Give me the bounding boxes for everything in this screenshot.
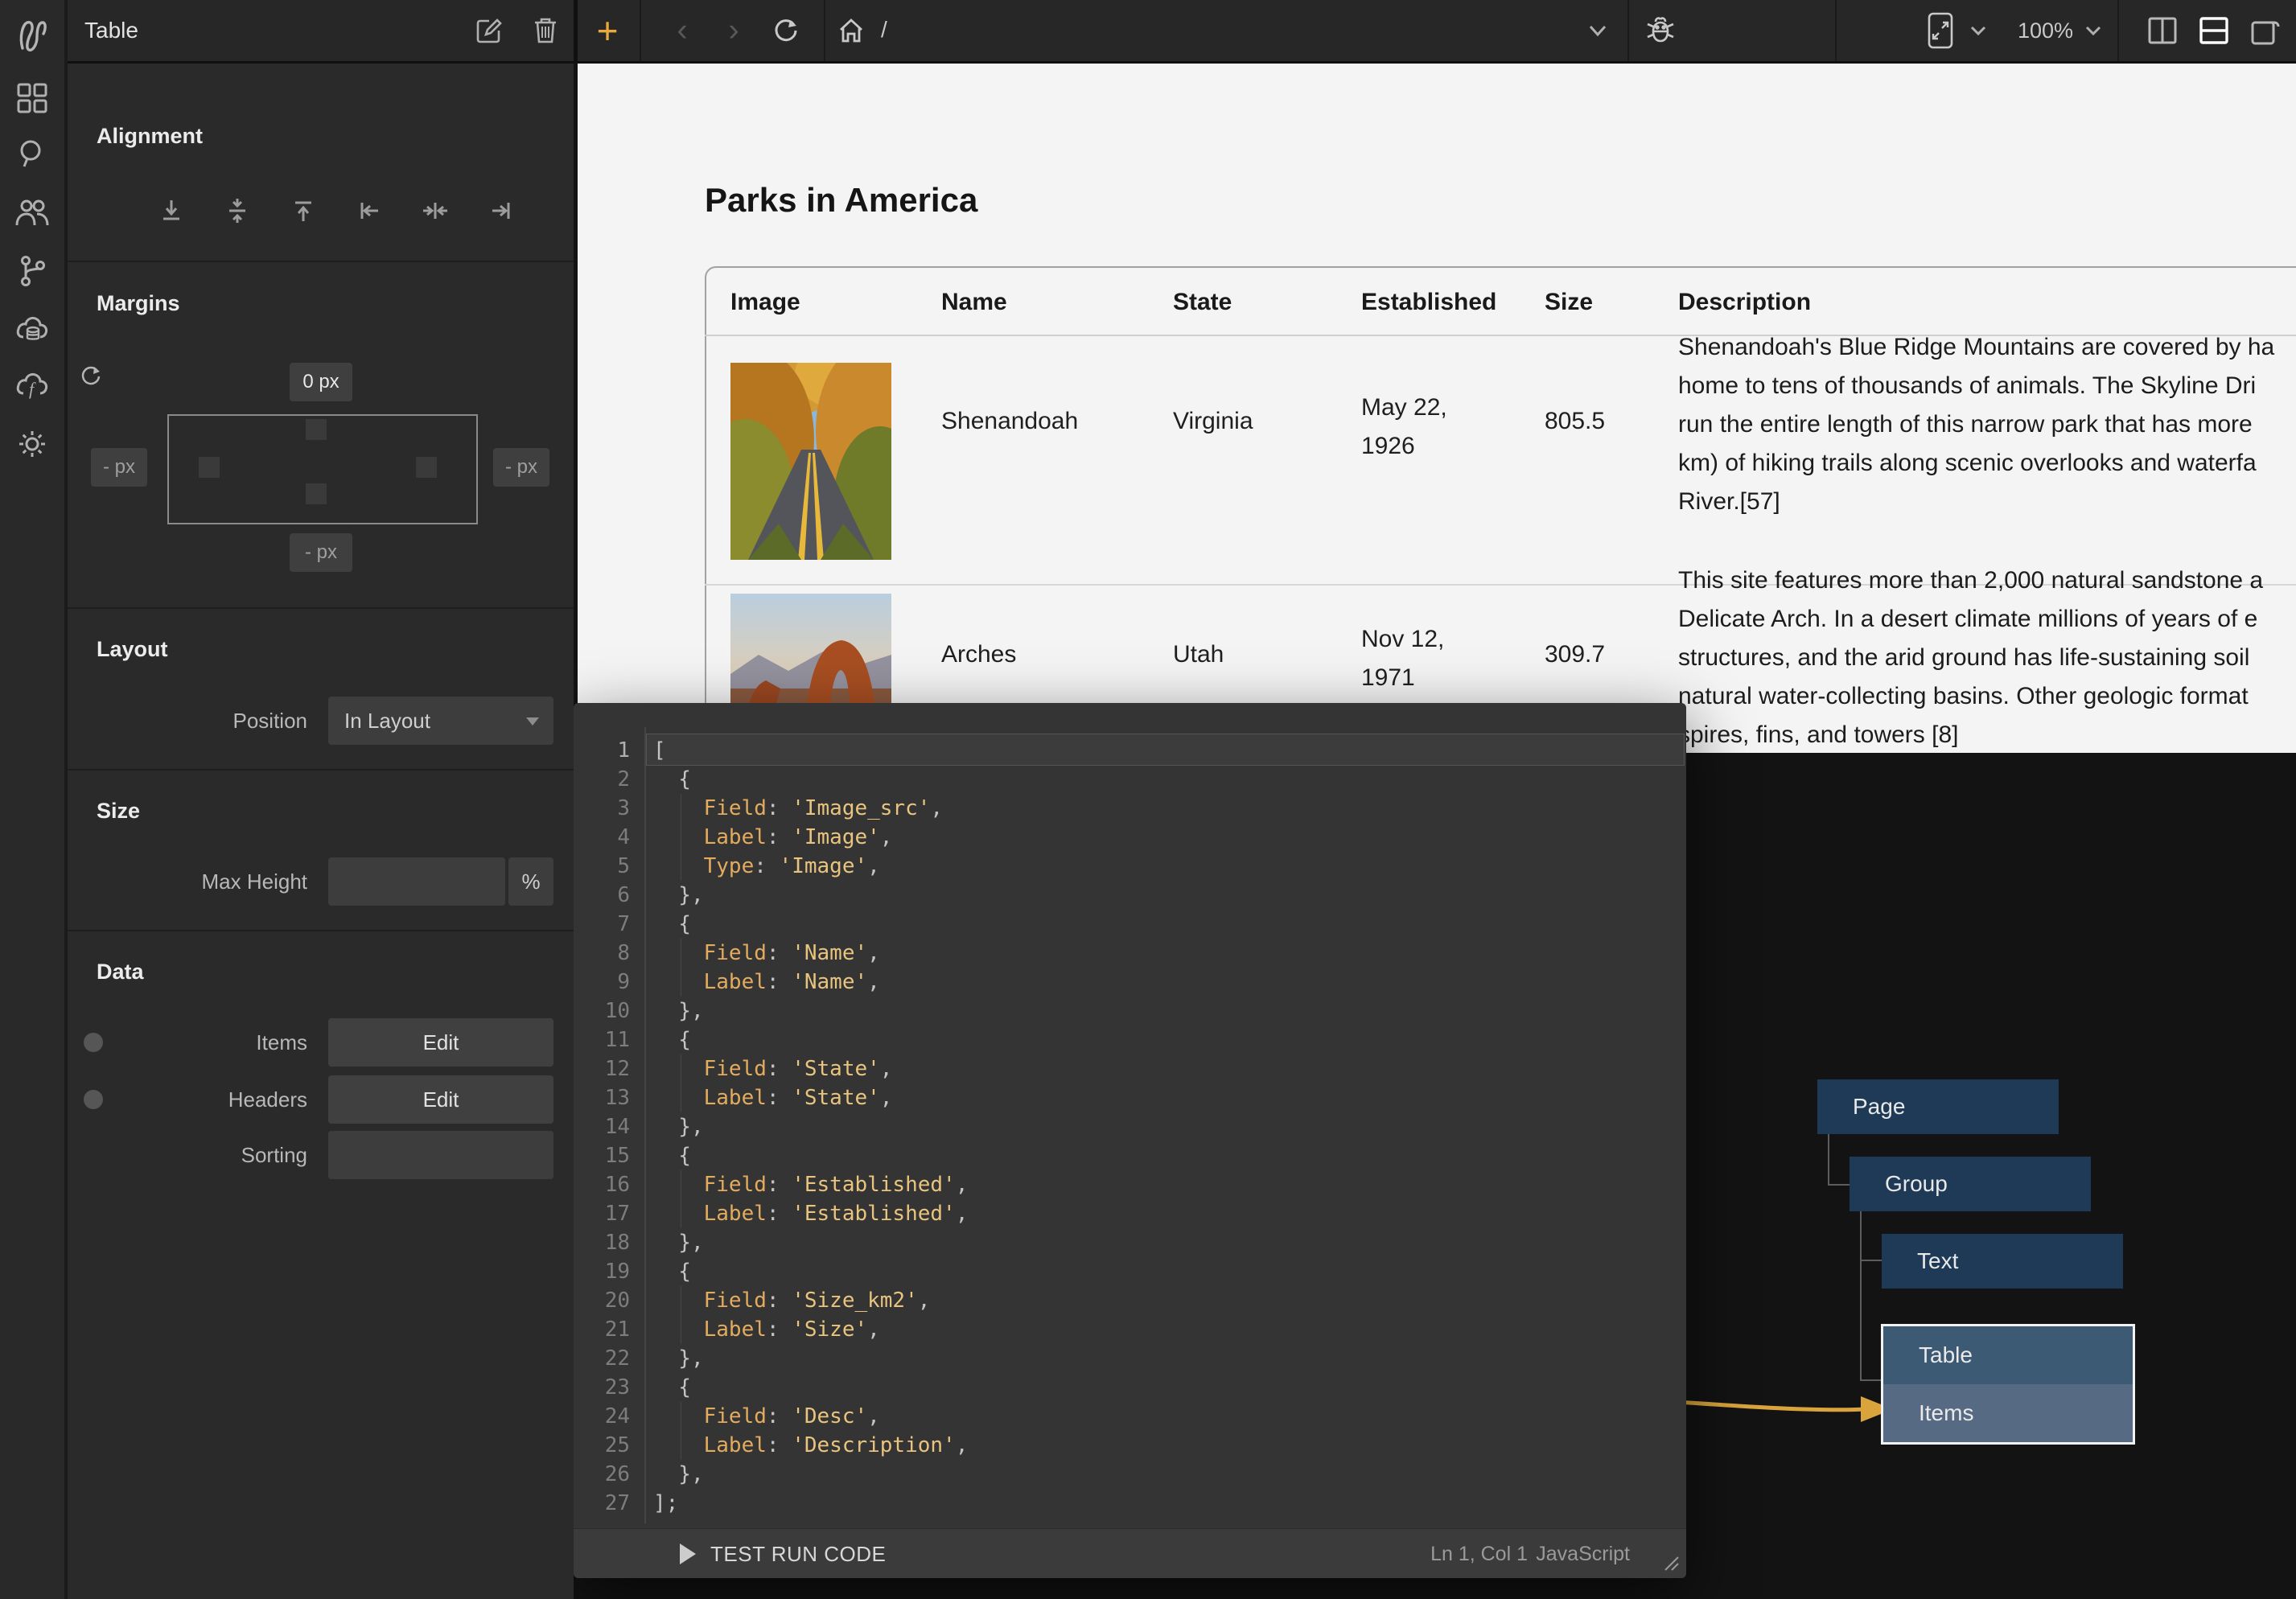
test-run-code-button[interactable]: TEST RUN CODE <box>710 1529 886 1579</box>
section-divider <box>68 261 574 262</box>
headers-label: Headers <box>97 1087 307 1112</box>
search-icon[interactable] <box>17 138 47 169</box>
items-label: Items <box>97 1030 307 1055</box>
align-top-icon[interactable] <box>290 197 317 224</box>
collaboration-icon[interactable] <box>15 198 49 227</box>
position-value: In Layout <box>344 697 430 745</box>
max-height-input[interactable] <box>328 857 505 906</box>
svg-text:f: f <box>29 379 36 399</box>
back-chevron-icon[interactable]: ‹ <box>677 13 687 49</box>
edit-icon[interactable] <box>476 18 502 43</box>
cloud-data-icon[interactable] <box>15 314 49 343</box>
zoom-level-dropdown[interactable]: 100% <box>2018 0 2073 61</box>
trash-icon[interactable] <box>533 17 558 44</box>
line-number-gutter: 1234567891011121314151617181920212223242… <box>574 736 630 1518</box>
sorting-input[interactable] <box>328 1131 553 1179</box>
margin-left-field[interactable]: - px <box>91 448 147 487</box>
home-icon[interactable] <box>837 17 865 44</box>
property-inspector: Alignment Margins 0 px - px - px - px La… <box>68 61 574 1599</box>
settings-gear-icon[interactable] <box>16 428 48 460</box>
chevron-down-icon[interactable] <box>1588 24 1607 37</box>
chevron-down-icon <box>525 716 541 727</box>
section-divider <box>68 930 574 931</box>
align-right-icon[interactable] <box>488 197 515 224</box>
code-editor-content[interactable]: [ { Field: 'Image_src', Label: 'Image', … <box>653 736 968 1518</box>
chevron-down-icon[interactable] <box>2084 25 2102 36</box>
max-height-unit-button[interactable]: % <box>508 857 553 906</box>
gutter-separator <box>644 727 646 1523</box>
max-height-label: Max Height <box>97 869 307 894</box>
add-node-button[interactable]: + <box>597 9 619 52</box>
tree-connector <box>1828 1184 1850 1186</box>
tree-connector <box>1860 1211 1862 1381</box>
components-grid-icon[interactable] <box>17 83 47 113</box>
stacked-windows-icon[interactable] <box>2250 16 2281 45</box>
main-navigation-rail: f <box>0 0 68 1599</box>
language-label: JavaScript <box>1536 1529 1630 1579</box>
position-label: Position <box>97 709 307 734</box>
margin-handle-top[interactable] <box>306 419 327 440</box>
size-section-label: Size <box>97 799 140 824</box>
sorting-label: Sorting <box>97 1143 307 1168</box>
node-table-items-port[interactable]: Items <box>1883 1384 2133 1442</box>
margin-top-field[interactable]: 0 px <box>290 363 352 401</box>
data-section-label: Data <box>97 960 144 984</box>
items-edit-button[interactable]: Edit <box>328 1018 553 1067</box>
margin-handle-right[interactable] <box>416 457 437 478</box>
margin-bottom-field[interactable]: - px <box>290 533 352 572</box>
node-text[interactable]: Text <box>1882 1234 2123 1289</box>
tree-connector <box>1828 1134 1829 1186</box>
node-group[interactable]: Group <box>1850 1157 2091 1211</box>
cursor-position: Ln 1, Col 1 <box>1430 1529 1528 1579</box>
margins-section-label: Margins <box>97 291 180 316</box>
alignment-section-label: Alignment <box>97 124 203 149</box>
reset-icon[interactable] <box>79 364 103 388</box>
version-control-icon[interactable] <box>18 255 47 287</box>
viewport-size-icon[interactable] <box>1927 11 1954 50</box>
section-divider <box>68 769 574 771</box>
align-center-horizontal-icon[interactable] <box>422 197 449 224</box>
forward-chevron-icon[interactable]: › <box>728 13 739 49</box>
chevron-down-icon[interactable] <box>1969 25 1987 36</box>
split-rows-icon[interactable] <box>2199 17 2228 44</box>
bug-icon[interactable] <box>1645 15 1676 46</box>
position-dropdown[interactable]: In Layout <box>328 697 553 745</box>
noodl-logo[interactable] <box>16 18 48 53</box>
canvas-viewport[interactable]: Parks in America ShenandoahVirginia805.5… <box>574 61 2296 1599</box>
node-table-label[interactable]: Table <box>1883 1326 2133 1384</box>
selected-node-title: Table <box>84 0 138 61</box>
play-icon <box>680 1544 696 1564</box>
section-divider <box>68 607 574 609</box>
margin-right-field[interactable]: - px <box>493 448 549 487</box>
margin-handle-left[interactable] <box>199 457 220 478</box>
refresh-icon[interactable] <box>772 17 800 44</box>
noodl-editor-window: Parks in America ShenandoahVirginia805.5… <box>0 0 2296 1599</box>
resize-grip[interactable] <box>1662 1554 1680 1572</box>
cloud-functions-icon[interactable]: f <box>15 371 49 400</box>
align-bottom-icon[interactable] <box>158 197 185 224</box>
split-columns-icon[interactable] <box>2148 17 2177 44</box>
tree-connector <box>1860 1379 1881 1381</box>
node-table-selected[interactable]: Table Items <box>1881 1324 2135 1445</box>
tree-connector <box>1860 1260 1882 1261</box>
align-left-icon[interactable] <box>356 197 383 224</box>
code-editor-popover: 1234567891011121314151617181920212223242… <box>574 703 1686 1578</box>
margin-handle-bottom[interactable] <box>306 483 327 504</box>
code-editor-statusbar: TEST RUN CODE Ln 1, Col 1 JavaScript <box>574 1528 1686 1578</box>
top-toolbar: Table + ‹ › / 100% <box>0 0 2296 64</box>
navigation-path[interactable]: / <box>881 0 887 61</box>
node-page[interactable]: Page <box>1817 1079 2059 1134</box>
headers-edit-button[interactable]: Edit <box>328 1075 553 1124</box>
layout-section-label: Layout <box>97 637 168 662</box>
align-center-vertical-icon[interactable] <box>224 197 251 224</box>
